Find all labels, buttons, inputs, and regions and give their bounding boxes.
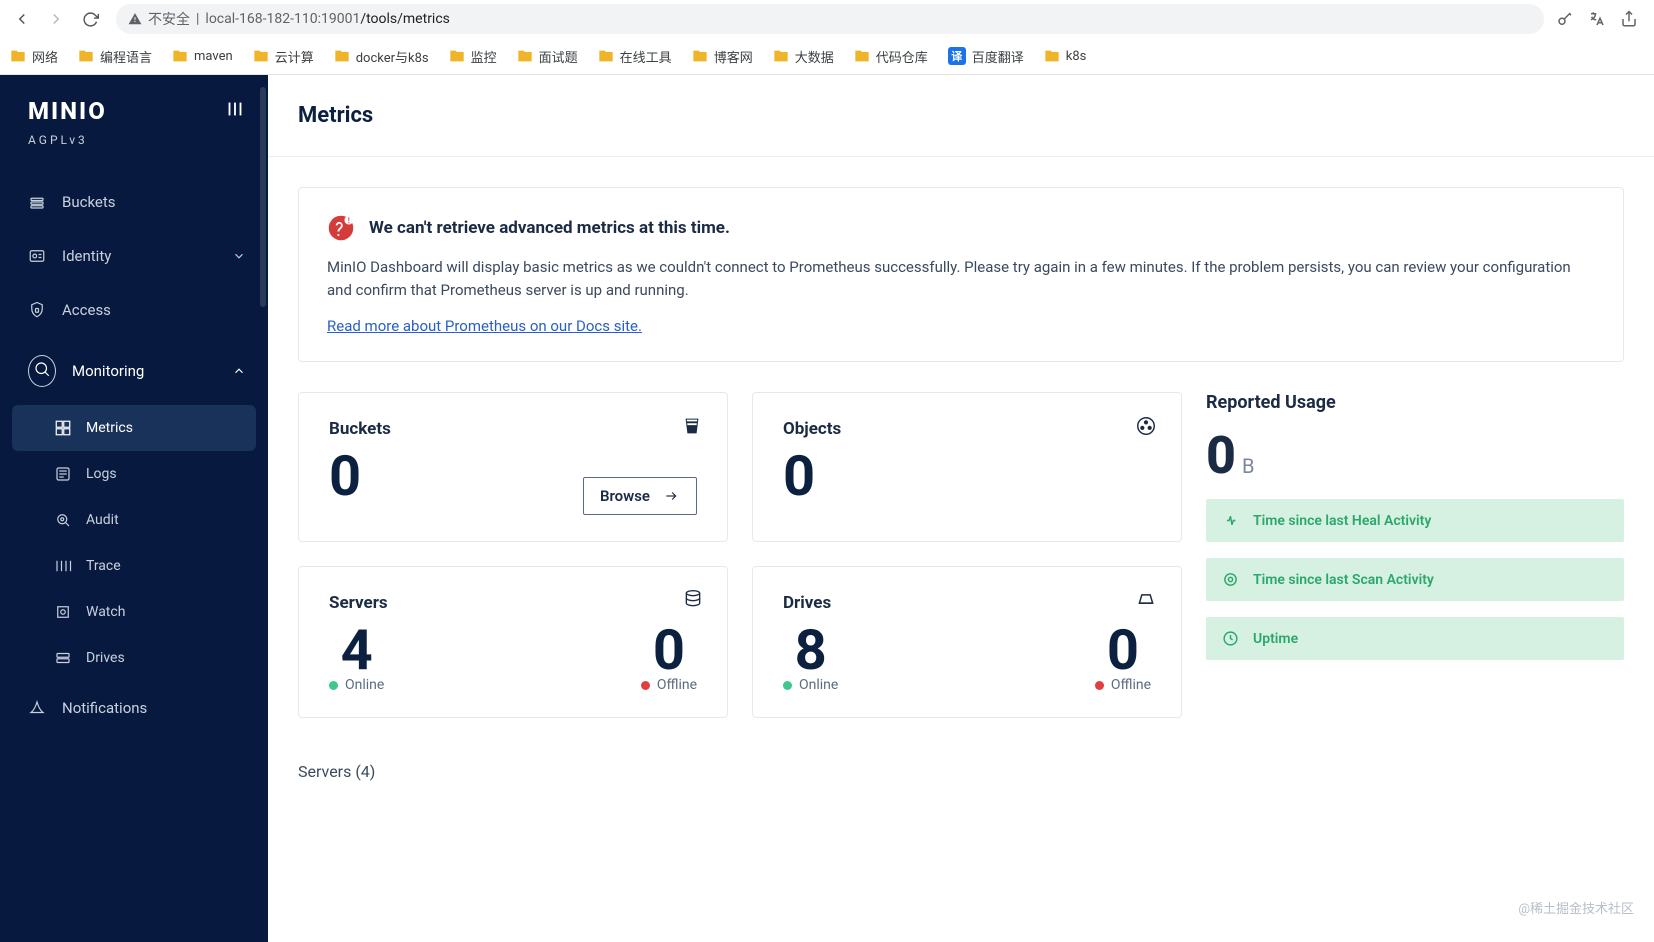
sidebar-toggle[interactable] (224, 98, 246, 124)
alert-title: We can't retrieve advanced metrics at th… (369, 218, 730, 238)
sidebar-item-monitoring[interactable]: Monitoring (0, 337, 268, 405)
sidebar-subitem-logs[interactable]: Logs (0, 451, 268, 497)
bookmark-item[interactable]: 代码仓库 (854, 47, 928, 66)
security-label: 不安全 (148, 9, 190, 29)
activity-item[interactable]: Time since last Heal Activity (1206, 499, 1624, 542)
svg-text:!: ! (348, 217, 350, 225)
bookmark-item[interactable]: 在线工具 (598, 47, 672, 66)
servers-offline: 0 (653, 621, 685, 680)
servers-online: 4 (341, 621, 373, 680)
sidebar-subitem-drives[interactable]: Drives (0, 635, 268, 681)
browse-button[interactable]: Browse (583, 477, 697, 515)
watermark: @稀土掘金技术社区 (1518, 898, 1634, 917)
bookmark-item[interactable]: 大数据 (773, 47, 834, 66)
alert-docs-link[interactable]: Read more about Prometheus on our Docs s… (327, 317, 642, 335)
back-button[interactable] (8, 5, 36, 33)
insecure-icon (128, 12, 142, 26)
bookmark-item[interactable]: 网络 (10, 47, 58, 66)
usage-title: Reported Usage (1206, 392, 1624, 413)
drives-online: 8 (795, 621, 827, 680)
usage-value: 0 (1206, 429, 1236, 484)
servers-icon (683, 589, 703, 613)
sidebar-item-notifications[interactable]: Notifications (0, 681, 268, 735)
main: Metrics ! We can't retrieve advanced met… (268, 75, 1654, 942)
reload-button[interactable] (76, 5, 104, 33)
page-header: Metrics (268, 75, 1654, 157)
activity-item[interactable]: Time since last Scan Activity (1206, 558, 1624, 601)
sidebar: MINIO AGPLv3 BucketsIdentityAccessMonito… (0, 75, 268, 942)
objects-icon (1135, 415, 1157, 441)
card-servers: Servers 4Online 0Offline (298, 566, 728, 719)
translate-icon[interactable] (1588, 10, 1606, 28)
drives-icon (1135, 589, 1157, 613)
drives-offline: 0 (1107, 621, 1139, 680)
key-icon[interactable] (1556, 10, 1574, 28)
objects-count: 0 (783, 447, 1151, 506)
bookmark-item[interactable]: 博客网 (692, 47, 753, 66)
alert-body: MinIO Dashboard will display basic metri… (327, 256, 1595, 303)
forward-button[interactable] (42, 5, 70, 33)
bookmark-item[interactable]: maven (172, 48, 233, 64)
card-drives: Drives 8Online 0Offline (752, 566, 1182, 719)
logo-row: MINIO (0, 75, 268, 131)
content: ! We can't retrieve advanced metrics at … (268, 157, 1654, 811)
license-label: AGPLv3 (0, 131, 268, 165)
bookmark-item[interactable]: 云计算 (253, 47, 314, 66)
bookmark-item[interactable]: 译百度翻译 (948, 47, 1024, 66)
status-dot-offline (1095, 681, 1104, 690)
bookmark-item[interactable]: 编程语言 (78, 47, 152, 66)
status-dot-online (783, 681, 792, 690)
brand-logo: MINIO (28, 97, 107, 125)
alert-icon: ! (327, 214, 355, 242)
browser-nav-bar: 不安全 | local-168-182-110:19001/tools/metr… (0, 0, 1654, 38)
address-bar[interactable]: 不安全 | local-168-182-110:19001/tools/metr… (116, 4, 1544, 34)
servers-section-title: Servers (4) (298, 762, 1624, 781)
sidebar-subitem-audit[interactable]: Audit (0, 497, 268, 543)
status-dot-online (329, 681, 338, 690)
activity-item[interactable]: Uptime (1206, 617, 1624, 660)
card-title: Servers (329, 593, 697, 613)
card-title: Drives (783, 593, 1151, 613)
bookmark-item[interactable]: docker与k8s (334, 47, 429, 66)
bucket-icon (681, 415, 703, 441)
url-host: local-168-182-110:19001/tools/metrics (205, 11, 449, 27)
bookmark-item[interactable]: 面试题 (517, 47, 578, 66)
chrome-actions (1556, 10, 1646, 28)
sidebar-subitem-metrics[interactable]: Metrics (12, 405, 256, 451)
bookmark-item[interactable]: 监控 (449, 47, 497, 66)
sidebar-item-buckets[interactable]: Buckets (0, 175, 268, 229)
share-icon[interactable] (1620, 10, 1638, 28)
bookmarks-bar: 网络 编程语言 maven 云计算 docker与k8s 监控 面试题 在线工具 博客网 大数据 代… (0, 38, 1654, 74)
bookmark-item[interactable]: k8s (1044, 48, 1087, 64)
browser-chrome: 不安全 | local-168-182-110:19001/tools/metr… (0, 0, 1654, 75)
page-title: Metrics (298, 103, 1624, 128)
card-buckets: Buckets 0 Browse (298, 392, 728, 542)
sidebar-item-access[interactable]: Access (0, 283, 268, 337)
card-title: Objects (783, 419, 1151, 439)
app: MINIO AGPLv3 BucketsIdentityAccessMonito… (0, 75, 1654, 942)
alert-box: ! We can't retrieve advanced metrics at … (298, 187, 1624, 362)
usage-unit: B (1242, 454, 1254, 478)
sidebar-subitem-trace[interactable]: Trace (0, 543, 268, 589)
sidebar-scrollbar[interactable] (260, 87, 266, 307)
sidebar-item-identity[interactable]: Identity (0, 229, 268, 283)
usage-panel: Reported Usage 0 B Time since last Heal … (1206, 392, 1624, 661)
card-title: Buckets (329, 419, 697, 439)
sidebar-nav: BucketsIdentityAccessMonitoringMetricsLo… (0, 165, 268, 745)
card-objects: Objects 0 (752, 392, 1182, 542)
status-dot-offline (641, 681, 650, 690)
sidebar-subitem-watch[interactable]: Watch (0, 589, 268, 635)
